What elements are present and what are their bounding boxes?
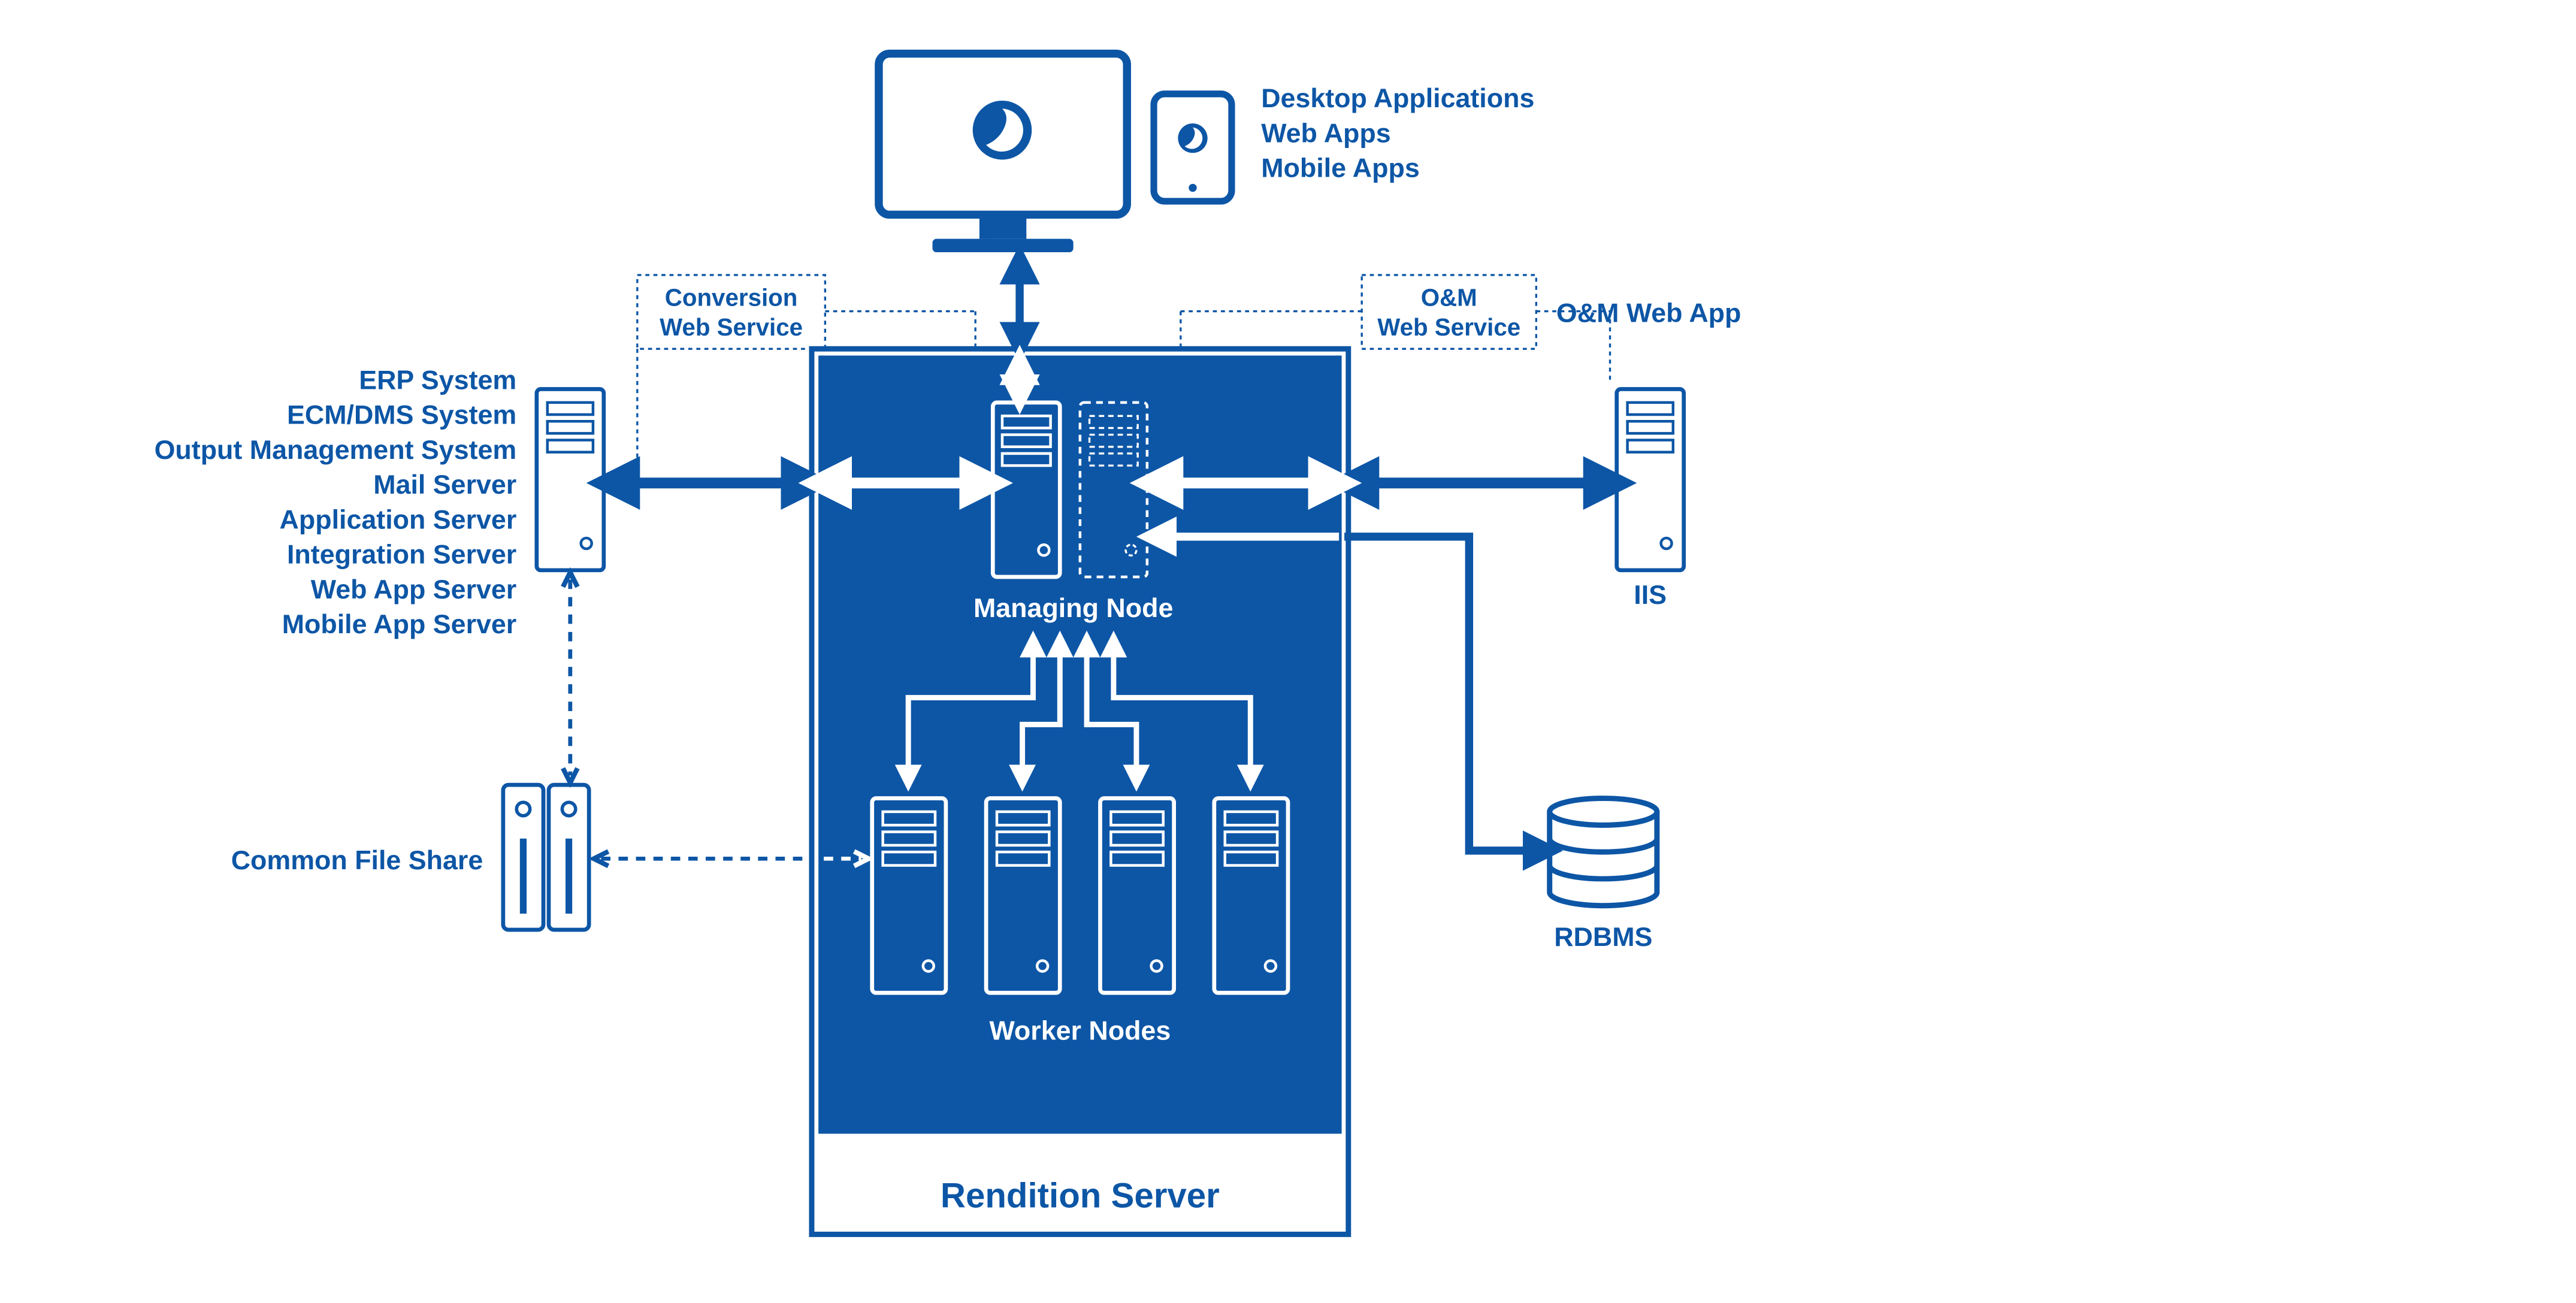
system-label: Integration Server (287, 540, 516, 570)
client-app-label: Web Apps (1261, 118, 1390, 148)
rdbms-group: RDBMS (1550, 799, 1657, 952)
oam-service-label-line1: O&M (1421, 285, 1477, 312)
tablet-icon (1154, 94, 1232, 201)
iis-server-group: IIS O&M Web App (1556, 298, 1741, 609)
oam-service-label-line2: Web Service (1377, 314, 1520, 341)
architecture-diagram: Rendition Server Managing Node (0, 0, 2576, 1303)
common-file-share-group: Common File Share (231, 785, 589, 930)
system-label: Web App Server (311, 575, 516, 604)
oam-webapp-label: O&M Web App (1556, 298, 1741, 328)
iis-label: IIS (1634, 580, 1667, 610)
rendition-server-title: Rendition Server (941, 1177, 1220, 1216)
system-label: Mail Server (373, 470, 516, 500)
system-label: Mobile App Server (282, 609, 517, 639)
clients-group: Desktop Applications Web Apps Mobile App… (879, 54, 1534, 252)
server-icon (537, 389, 604, 570)
conversion-service-label-line1: Conversion (665, 285, 798, 312)
database-icon (1550, 799, 1657, 906)
monitor-icon (879, 54, 1127, 252)
system-label: Output Management System (155, 435, 517, 465)
conversion-service-label-line2: Web Service (660, 314, 803, 341)
worker-nodes-label: Worker Nodes (989, 1016, 1171, 1046)
file-share-label: Common File Share (231, 845, 483, 875)
client-app-label: Mobile Apps (1261, 153, 1420, 183)
client-app-label: Desktop Applications (1261, 83, 1534, 113)
managing-node-label: Managing Node (973, 593, 1173, 623)
rdbms-label: RDBMS (1554, 922, 1652, 952)
system-label: Application Server (280, 504, 517, 534)
server-icon (1617, 389, 1684, 570)
enterprise-systems-group: ERP System ECM/DMS System Output Managem… (155, 365, 604, 639)
system-label: ECM/DMS System (287, 400, 516, 430)
nas-icon (503, 785, 589, 930)
system-label: ERP System (359, 365, 516, 395)
